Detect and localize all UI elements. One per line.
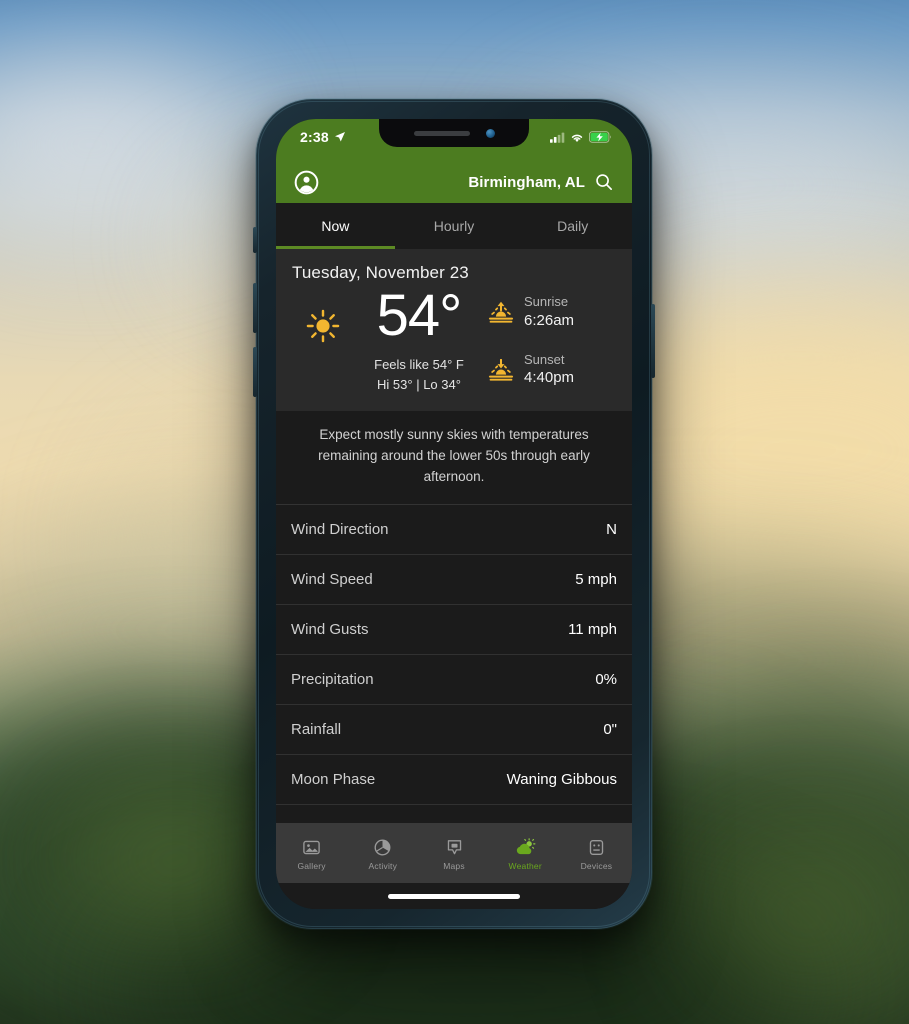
current-date: Tuesday, November 23	[292, 263, 469, 282]
detail-value: Waning Gibbous	[506, 771, 617, 789]
current-conditions-body: 54° Feels like 54° F Hi 53° | Lo 34° Sun…	[292, 287, 616, 395]
earpiece-speaker	[413, 130, 470, 136]
devices-icon	[589, 839, 604, 855]
silent-switch[interactable]	[253, 227, 257, 253]
nav-item-devices[interactable]: Devices	[561, 838, 632, 871]
volume-up-button[interactable]	[253, 283, 257, 333]
phone-screen: 2:38 Birmingham, AL Now Hourly Daily Tue…	[276, 119, 632, 909]
nav-label: Maps	[443, 860, 465, 871]
home-indicator[interactable]	[388, 893, 520, 899]
detail-value: 0"	[603, 721, 617, 739]
condition-icon-wrapper	[292, 287, 354, 343]
map-pin-icon	[447, 839, 461, 854]
activity-chart-icon	[374, 839, 391, 855]
detail-label: Wind Speed	[291, 571, 373, 589]
nav-item-gallery[interactable]: Gallery	[276, 838, 347, 871]
forecast-summary: Expect mostly sunny skies with temperatu…	[276, 411, 632, 506]
sunrise-label: Sunrise	[524, 294, 569, 309]
view-tabs: Now Hourly Daily	[276, 203, 632, 249]
sunset-value: 4:40pm	[524, 369, 575, 387]
nav-item-weather[interactable]: Weather	[490, 837, 561, 871]
detail-label: Wind Gusts	[291, 621, 369, 639]
sunrise-text: Sunrise 6:26am	[524, 293, 574, 331]
volume-down-button[interactable]	[253, 347, 257, 397]
detail-value: 11 mph	[568, 621, 617, 639]
front-camera	[485, 128, 495, 138]
phone-notch	[379, 119, 529, 147]
battery-charging-icon	[589, 131, 611, 143]
current-location-label: Birmingham, AL	[468, 173, 585, 191]
detail-label: Precipitation	[291, 671, 374, 689]
gallery-image-icon	[303, 840, 320, 854]
detail-label: Rainfall	[291, 721, 342, 739]
detail-value: N	[606, 521, 617, 539]
weather-content: Tuesday, November 23 54° Feels like 54° …	[276, 249, 632, 823]
detail-row-rainfall: Rainfall 0"	[276, 705, 632, 756]
sunset-label: Sunset	[524, 351, 565, 367]
sunrise-icon	[488, 301, 514, 323]
phone-device-mockup: 2:38 Birmingham, AL Now Hourly Daily Tue…	[253, 99, 655, 929]
detail-value: 5 mph	[575, 571, 617, 589]
detail-row-wind-speed: Wind Speed 5 mph	[276, 555, 632, 606]
nav-item-maps[interactable]: Maps	[418, 838, 489, 871]
status-time: 2:38	[300, 129, 329, 145]
current-conditions-card: Tuesday, November 23 54° Feels like 54° …	[276, 249, 632, 412]
nav-label: Gallery	[297, 860, 326, 871]
feels-like-text: Feels like 54° F	[374, 357, 464, 372]
wifi-icon	[571, 134, 583, 142]
sun-times-block: Sunrise 6:26am Sunset 4:40pm	[488, 287, 616, 389]
status-bar-left: 2:38	[300, 129, 346, 145]
sunset-text: Sunset 4:40pm	[524, 351, 574, 389]
weather-cloud-sun-icon	[516, 837, 536, 854]
tab-hourly[interactable]: Hourly	[395, 203, 514, 249]
sunset-icon	[488, 358, 514, 381]
location-search-group[interactable]: Birmingham, AL	[468, 172, 614, 192]
nav-label: Weather	[508, 860, 542, 871]
detail-row-wind-gusts: Wind Gusts 11 mph	[276, 605, 632, 656]
tab-daily[interactable]: Daily	[513, 203, 632, 249]
nav-item-activity[interactable]: Activity	[347, 838, 418, 871]
detail-label: Moon Phase	[291, 771, 376, 789]
power-button[interactable]	[651, 304, 655, 378]
app-header: Birmingham, AL	[276, 161, 632, 203]
bottom-navigation-bar: Gallery Activity Maps Weather Devices	[276, 823, 632, 883]
sun-icon	[306, 309, 340, 343]
current-temperature: 54°	[376, 283, 463, 348]
sunrise-row: Sunrise 6:26am	[488, 293, 616, 331]
sunset-row: Sunset 4:40pm	[488, 351, 616, 389]
status-bar-right	[550, 129, 612, 143]
nav-label: Activity	[368, 860, 398, 871]
detail-row-precipitation: Precipitation 0%	[276, 655, 632, 706]
detail-label: Wind Direction	[291, 521, 389, 539]
detail-row-moon-phase: Moon Phase Waning Gibbous	[276, 755, 632, 806]
detail-value: 0%	[595, 671, 617, 689]
cellular-signal-icon	[550, 132, 565, 143]
location-arrow-icon	[334, 132, 345, 142]
tab-now[interactable]: Now	[276, 203, 395, 249]
search-icon[interactable]	[594, 172, 614, 192]
sunrise-value: 6:26am	[524, 311, 575, 329]
nav-label: Devices	[580, 860, 613, 871]
detail-row-wind-direction: Wind Direction N	[276, 505, 632, 556]
temperature-block: 54° Feels like 54° F Hi 53° | Lo 34°	[354, 287, 488, 395]
hi-lo-text: Hi 53° | Lo 34°	[377, 377, 461, 393]
account-circle-icon[interactable]	[294, 170, 319, 195]
home-indicator-area	[276, 883, 632, 909]
background-foliage-highlight	[700, 840, 909, 990]
